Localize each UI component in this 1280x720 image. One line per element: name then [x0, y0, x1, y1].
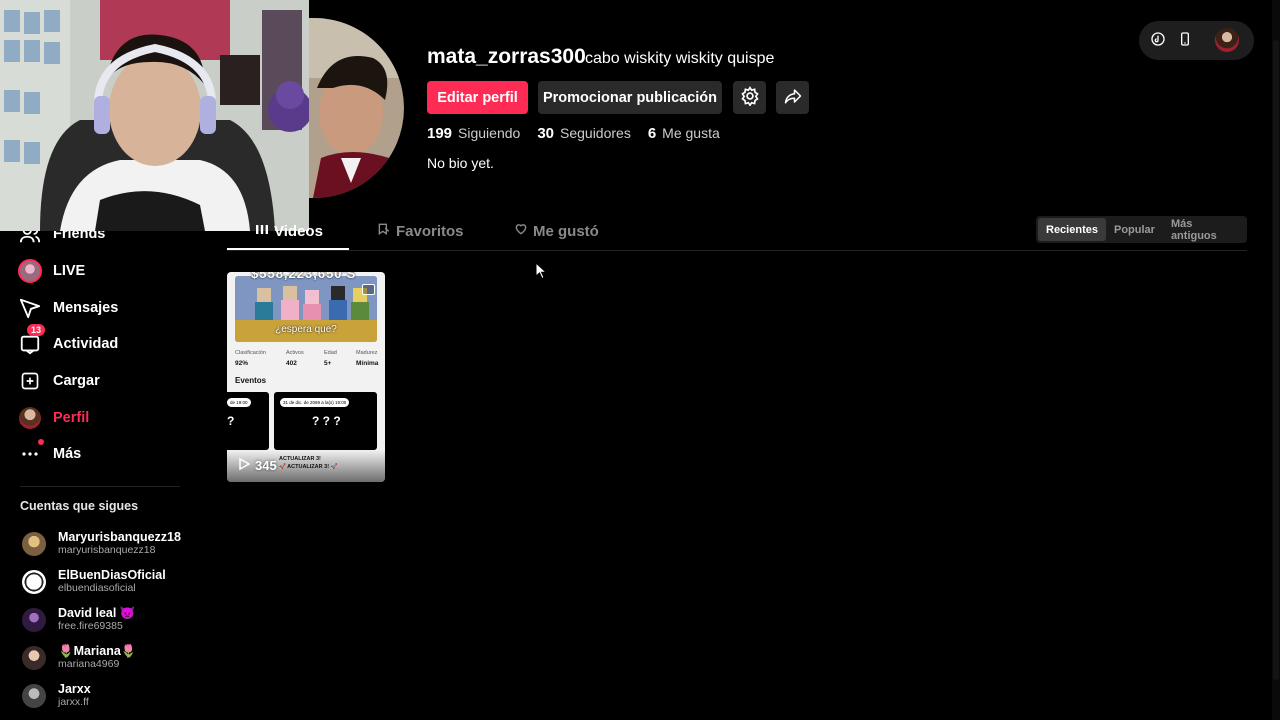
activity-badge: 13 [27, 324, 46, 336]
profile-avatar-icon [18, 406, 42, 430]
account-avatar[interactable] [1215, 28, 1239, 52]
promote-post-button[interactable]: Promocionar publicación [538, 81, 722, 114]
video-view-count: 345 [255, 458, 277, 473]
sidebar-item-label: Perfil [53, 410, 90, 426]
avatar [22, 645, 46, 670]
settings-button[interactable] [733, 81, 766, 114]
photo-carousel-icon [362, 284, 375, 295]
sort-recent-button[interactable]: Recientes [1038, 218, 1106, 241]
profile-avatar[interactable] [293, 18, 404, 198]
tab-label: Me gustó [533, 222, 599, 240]
sidebar-item-live[interactable]: LIVE [18, 256, 85, 286]
account-name: 🌷Mariana🌷 [58, 644, 137, 658]
avatar [22, 531, 46, 556]
live-icon [18, 259, 42, 283]
profile-stats: 199 Siguiendo 30 Seguidores 6 Me gusta [427, 125, 737, 142]
sidebar-item-label: LIVE [53, 263, 86, 279]
followers-label[interactable]: Seguidores [560, 125, 631, 141]
video-event-card: de 19:00 ? [227, 392, 269, 450]
sidebar-item-activity[interactable]: 13 Actividad [18, 324, 119, 359]
avatar [22, 569, 46, 594]
following-account[interactable]: 🌷Mariana🌷 mariana4969 [22, 644, 136, 671]
page-scrollbar[interactable] [1272, 0, 1280, 720]
gear-icon [740, 85, 760, 110]
tab-active-indicator [227, 248, 349, 250]
following-account[interactable]: ElBuenDiasOficial elbuendiasoficial [22, 568, 166, 595]
following-count[interactable]: 199 [427, 125, 452, 142]
video-top-text: $558,223,650'S [251, 272, 357, 281]
account-handle: elbuendiasoficial [58, 582, 136, 594]
sidebar-item-label: Más [53, 446, 82, 462]
heart-icon [514, 222, 533, 240]
play-icon [238, 457, 255, 473]
followers-count[interactable]: 30 [537, 125, 554, 142]
sidebar-item-profile[interactable]: Perfil [18, 403, 89, 433]
video-eventos-label: Eventos [235, 376, 267, 385]
video-card[interactable]: ¿espera que? $558,223,650'S Clasificació… [227, 272, 385, 482]
tab-liked[interactable]: Me gustó [514, 222, 599, 240]
following-account[interactable]: Jarxx jarxx.ff [22, 682, 91, 709]
bookmark-icon [377, 222, 396, 240]
avatar [22, 683, 46, 708]
account-name: Jarxx [58, 682, 91, 696]
account-handle: free.fire69385 [58, 620, 123, 632]
sort-oldest-button[interactable]: Más antiguos [1163, 218, 1245, 242]
video-views: 345 [238, 457, 277, 473]
profile-nickname: cabo wiskity wiskity quispe [585, 50, 775, 67]
share-icon [784, 87, 802, 109]
account-name: ElBuenDiasOficial [58, 568, 166, 582]
following-account[interactable]: Maryurisbanquezz18 maryurisbanquezz18 [22, 530, 181, 557]
account-name: Maryurisbanquezz18 [58, 530, 181, 544]
profile-username: mata_zorras300 [427, 45, 586, 68]
sidebar-item-messages[interactable]: Mensajes [18, 293, 118, 323]
account-handle: maryurisbanquezz18 [58, 544, 156, 556]
webcam-overlay [0, 0, 309, 231]
tab-favorites[interactable]: Favoritos [377, 222, 464, 240]
video-thumbnail-banner: ¿espera que? [235, 276, 377, 342]
tab-label: Favoritos [396, 222, 464, 240]
sort-popular-button[interactable]: Popular [1106, 218, 1163, 241]
sort-toggle: Recientes Popular Más antiguos [1036, 216, 1247, 243]
sidebar-item-label: Cargar [53, 373, 100, 389]
following-label[interactable]: Siguiendo [458, 125, 520, 141]
sidebar-divider [20, 486, 180, 487]
account-name: David leal 👿 [58, 606, 136, 620]
video-event-card: 31 de dic. de 2069 a la(s) 19:00 ? ? ? [274, 392, 377, 450]
video-caption-overlay: ¿espera que? [275, 324, 337, 335]
video-update-text: ACTUALIZAR 3! 🚀 ACTUALIZAR 3! 🚀 [279, 456, 338, 470]
mouse-cursor [535, 261, 548, 285]
upload-icon [18, 369, 42, 393]
profile-bio: No bio yet. [427, 155, 494, 171]
more-icon [18, 439, 44, 466]
activity-icon: 13 [18, 324, 46, 356]
tab-divider [227, 250, 1247, 251]
following-account[interactable]: David leal 👿 free.fire69385 [22, 606, 135, 633]
account-handle: jarxx.ff [58, 696, 89, 708]
sidebar-item-upload[interactable]: Cargar [18, 366, 100, 396]
share-button[interactable] [776, 81, 809, 114]
top-controls [1139, 21, 1254, 60]
tab-label: Videos [274, 222, 323, 240]
grid-icon [255, 222, 274, 240]
sidebar-item-more[interactable]: Más [18, 439, 81, 469]
sidebar-item-label: Actividad [53, 336, 119, 352]
tab-videos[interactable]: Videos [255, 222, 323, 240]
edit-profile-button[interactable]: Editar perfil [427, 81, 528, 114]
account-handle: mariana4969 [58, 658, 120, 670]
avatar [22, 607, 46, 632]
likes-label: Me gusta [662, 125, 720, 141]
mobile-app-icon[interactable] [1177, 31, 1195, 49]
sidebar-item-label: Mensajes [53, 300, 119, 316]
messages-icon [18, 296, 42, 320]
following-title: Cuentas que sigues [20, 499, 139, 513]
tiktok-studio-icon[interactable] [1150, 31, 1168, 49]
likes-count: 6 [647, 125, 657, 142]
